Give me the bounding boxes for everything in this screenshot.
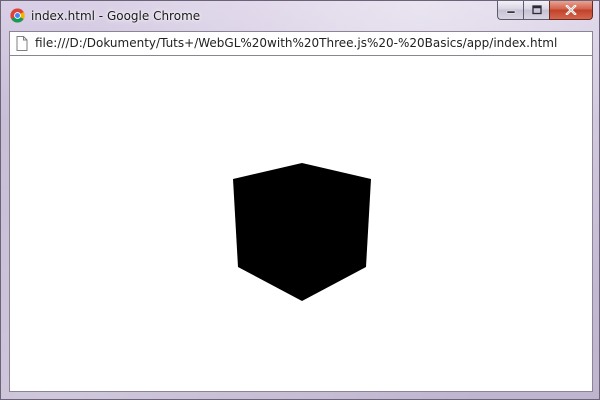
webgl-canvas <box>233 163 371 301</box>
page-icon <box>16 36 28 51</box>
close-icon <box>565 5 577 15</box>
chrome-logo-icon <box>10 8 25 23</box>
cube <box>233 163 371 301</box>
minimize-icon <box>506 10 515 14</box>
title-bar[interactable]: index.html - Google Chrome <box>1 1 599 31</box>
url-text[interactable]: file:///D:/Dokumenty/Tuts+/WebGL%20with%… <box>35 32 557 55</box>
address-bar[interactable]: file:///D:/Dokumenty/Tuts+/WebGL%20with%… <box>9 31 593 56</box>
browser-window: index.html - Google Chrome file:///D:/Do… <box>0 0 600 400</box>
maximize-button[interactable] <box>523 1 549 20</box>
window-title: index.html - Google Chrome <box>31 9 201 23</box>
page-viewport[interactable] <box>9 56 593 392</box>
close-button[interactable] <box>549 1 593 20</box>
maximize-icon <box>531 5 542 15</box>
minimize-button[interactable] <box>497 1 523 20</box>
caption-buttons <box>497 1 593 21</box>
